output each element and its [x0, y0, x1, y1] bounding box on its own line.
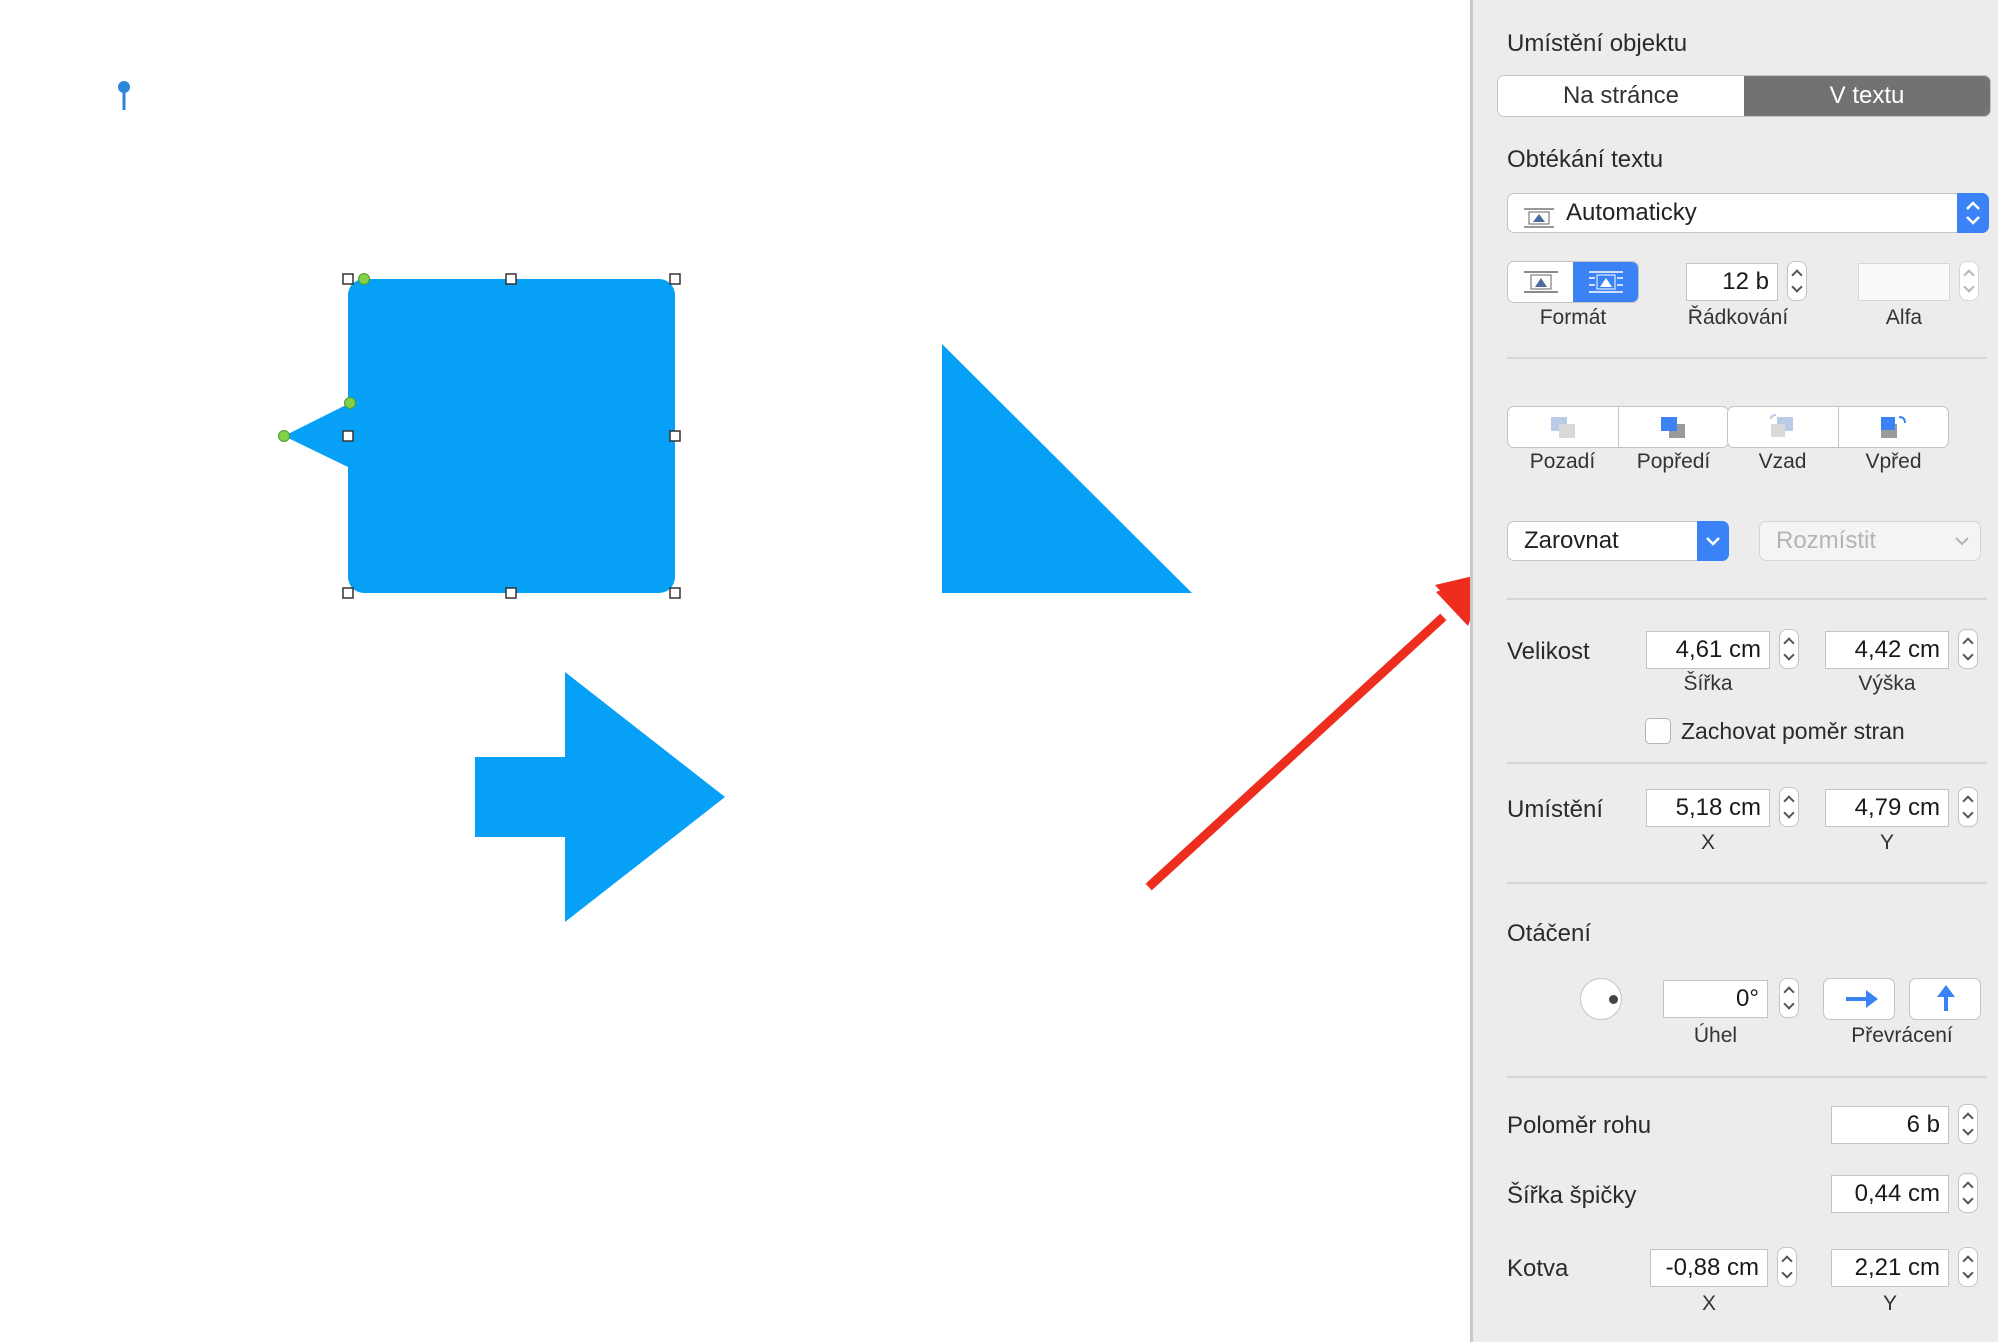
alpha-stepper[interactable] [1959, 261, 1979, 301]
rotation-angle-stepper[interactable] [1779, 978, 1799, 1018]
object-placement-title: Umístění objektu [1507, 30, 1688, 57]
anchor-pin-icon[interactable] [118, 81, 130, 110]
divider [1507, 357, 1987, 359]
on-page-option[interactable]: Na stránce [1498, 76, 1744, 116]
format-inspector: Umístění objektu Na stránce V textu Obté… [1470, 0, 1998, 1342]
wrap-around-option[interactable] [1573, 262, 1638, 302]
rotation-angle-field[interactable]: 0° [1663, 980, 1768, 1018]
text-wrap-popup[interactable]: Automaticky [1507, 193, 1989, 233]
distribute-popup[interactable]: Rozmístit [1759, 521, 1981, 561]
bring-forward-icon [1881, 416, 1907, 438]
wrap-above-below-option[interactable] [1508, 262, 1573, 302]
height-stepper[interactable] [1958, 629, 1978, 669]
alpha-label: Alfa [1885, 306, 1923, 329]
bring-to-front-label: Popředí [1636, 450, 1711, 473]
width-field[interactable]: 4,61 cm [1646, 631, 1770, 669]
position-y-stepper[interactable] [1958, 787, 1978, 827]
wrap-format-segmented[interactable] [1507, 261, 1639, 303]
wrap-auto-icon [1524, 203, 1554, 228]
divider [1507, 1076, 1987, 1078]
constrain-proportions-label: Zachovat poměr stran [1681, 718, 1905, 744]
wrap-around-icon [1588, 271, 1623, 293]
layer-order-segmented[interactable] [1507, 406, 1729, 448]
popup-stepper-icon [1957, 193, 1989, 233]
anchor-x-field[interactable]: -0,88 cm [1650, 1249, 1768, 1287]
inline-text-option[interactable]: V textu [1744, 76, 1990, 116]
arrow-shape[interactable] [475, 672, 725, 922]
send-to-back-label: Pozadí [1529, 450, 1596, 473]
divider [1507, 762, 1987, 764]
width-label: Šířka [1683, 672, 1733, 695]
rotation-label: Otáčení [1507, 920, 1592, 947]
position-y-field[interactable]: 4,79 cm [1825, 789, 1949, 827]
position-x-label: X [1700, 831, 1715, 854]
anchor-label: Kotva [1507, 1255, 1569, 1282]
tip-width-field[interactable]: 0,44 cm [1831, 1175, 1949, 1213]
divider [1507, 598, 1987, 600]
width-stepper[interactable] [1779, 629, 1799, 669]
text-wrap-value: Automaticky [1566, 199, 1697, 226]
rotation-knob[interactable] [1580, 978, 1622, 1020]
format-label: Formát [1539, 306, 1607, 329]
distribute-label: Rozmístit [1776, 527, 1877, 554]
corner-radius-stepper[interactable] [1958, 1104, 1978, 1144]
document-canvas[interactable] [0, 0, 1470, 1342]
bring-to-front-icon [1661, 417, 1686, 438]
send-backward-label: Vzad [1758, 450, 1807, 473]
bring-to-front-button[interactable] [1619, 407, 1729, 447]
flip-vertical-icon [1937, 985, 1955, 1011]
size-label: Velikost [1507, 638, 1590, 665]
send-to-back-icon [1550, 417, 1575, 438]
anchor-x-label: X [1701, 1292, 1716, 1315]
send-to-back-button[interactable] [1508, 407, 1619, 447]
position-y-label: Y [1879, 831, 1894, 854]
distribute-chevron-down-icon [1952, 522, 1972, 572]
tip-width-stepper[interactable] [1958, 1173, 1978, 1213]
align-label: Zarovnat [1524, 527, 1619, 554]
flip-label: Převrácení [1851, 1024, 1953, 1047]
position-x-stepper[interactable] [1779, 787, 1799, 827]
text-wrap-title: Obtékání textu [1507, 146, 1664, 173]
canvas-shapes [118, 81, 1470, 922]
divider [1507, 882, 1987, 884]
right-triangle-shape[interactable] [942, 344, 1192, 593]
height-label: Výška [1858, 672, 1916, 695]
flip-horizontal-button[interactable] [1823, 978, 1895, 1020]
send-backward-button[interactable] [1728, 407, 1839, 447]
tip-width-label: Šířka špičky [1507, 1182, 1637, 1209]
line-spacing-label: Řádkování [1687, 306, 1789, 329]
alpha-field[interactable] [1858, 263, 1950, 301]
anchor-y-label: Y [1882, 1292, 1897, 1315]
send-backward-icon [1769, 414, 1793, 437]
constrain-proportions-checkbox[interactable] [1645, 718, 1671, 744]
bring-forward-label: Vpřed [1865, 450, 1922, 473]
position-x-field[interactable]: 5,18 cm [1646, 789, 1770, 827]
annotation-arrow [1145, 576, 1470, 891]
bring-forward-button[interactable] [1839, 407, 1949, 447]
wrap-above-below-icon [1523, 271, 1558, 293]
align-chevron-down-icon [1697, 521, 1729, 561]
line-spacing-field[interactable]: 12 b [1686, 263, 1778, 301]
flip-vertical-button[interactable] [1909, 978, 1981, 1020]
height-field[interactable]: 4,42 cm [1825, 631, 1949, 669]
flip-horizontal-icon [1846, 990, 1878, 1008]
line-spacing-stepper[interactable] [1787, 261, 1807, 301]
object-placement-segmented[interactable]: Na stránce V textu [1497, 75, 1991, 117]
corner-radius-field[interactable]: 6 b [1831, 1106, 1949, 1144]
anchor-x-stepper[interactable] [1777, 1247, 1797, 1287]
rotation-angle-label: Úhel [1693, 1024, 1738, 1047]
corner-radius-label: Poloměr rohu [1507, 1112, 1652, 1139]
align-popup[interactable]: Zarovnat [1507, 521, 1729, 561]
anchor-y-stepper[interactable] [1958, 1247, 1978, 1287]
anchor-y-field[interactable]: 2,21 cm [1831, 1249, 1949, 1287]
rotation-knob-indicator [1609, 995, 1618, 1004]
position-label: Umístění [1507, 796, 1604, 823]
layer-step-segmented[interactable] [1727, 406, 1949, 448]
